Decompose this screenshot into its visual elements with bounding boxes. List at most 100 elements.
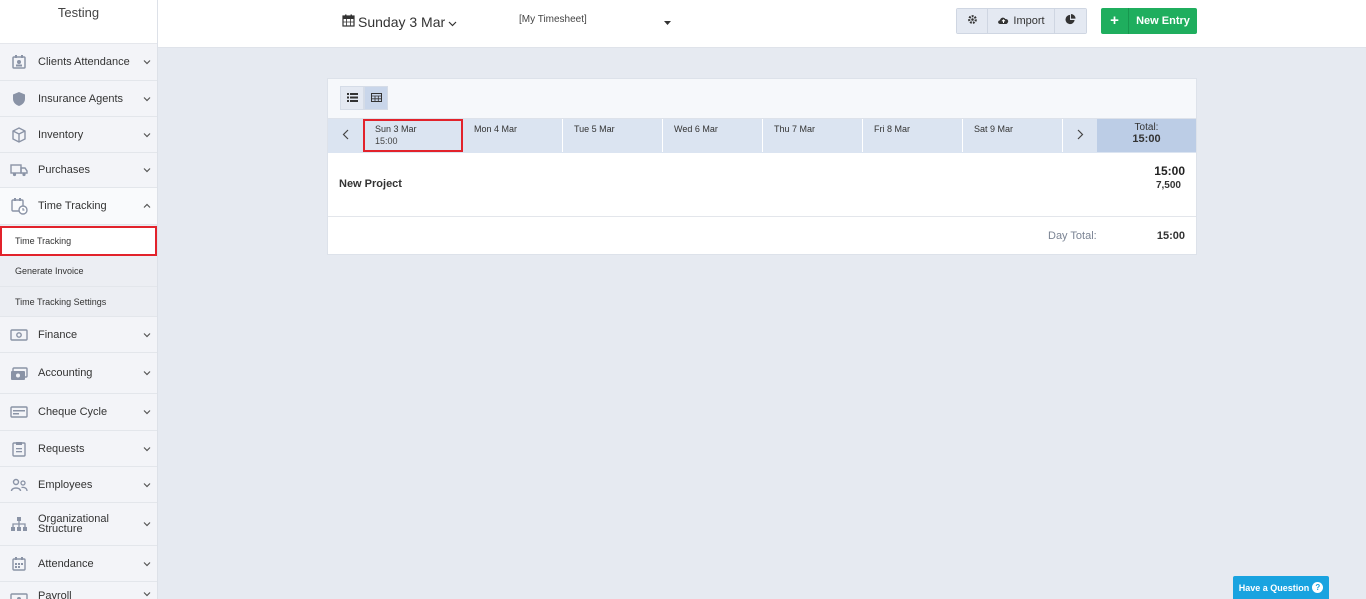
chevron-down-icon: [137, 96, 157, 102]
gear-icon: [967, 14, 978, 28]
day-label: Mon 4 Mar: [474, 124, 518, 134]
calendar-user-icon: [0, 54, 38, 70]
sitemap-icon: [0, 516, 38, 532]
day-label: Thu 7 Mar: [774, 124, 816, 134]
chevron-down-icon: [137, 370, 157, 376]
sidebar-item-employees[interactable]: Employees: [0, 467, 157, 503]
top-bar: Sunday 3 Mar [My Timesheet] Import + New…: [158, 0, 1366, 48]
sidebar-item-finance[interactable]: Finance: [0, 317, 157, 353]
import-label: Import: [1013, 15, 1045, 27]
sidebar-item-label: Attendance: [38, 557, 94, 570]
grid-view-button[interactable]: [364, 86, 388, 110]
chevron-down-icon: [137, 132, 157, 138]
current-date: Sunday 3 Mar: [358, 14, 446, 30]
project-name: New Project: [339, 178, 402, 190]
calendar-clock-icon: [0, 197, 38, 215]
sub-item-time-tracking[interactable]: Time Tracking: [0, 226, 157, 256]
sidebar-item-purchases[interactable]: Purchases: [0, 153, 157, 188]
day-cell-sat[interactable]: Sat 9 Mar: [963, 119, 1063, 152]
table-icon: [370, 89, 382, 107]
timesheet-select-value: [My Timesheet]: [519, 14, 587, 25]
day-total-value: 15:00: [1156, 230, 1185, 242]
sidebar-item-time-tracking[interactable]: Time Tracking: [0, 188, 157, 225]
day-label: Sun 3 Mar: [375, 124, 417, 134]
chevron-down-icon: [137, 332, 157, 338]
sidebar-item-insurance-agents[interactable]: Insurance Agents: [0, 81, 157, 117]
day-label: Tue 5 Mar: [574, 124, 615, 134]
sidebar-item-label: Accounting: [38, 367, 93, 379]
chevron-left-icon: [342, 127, 349, 145]
week-row: Sun 3 Mar 15:00 Mon 4 Mar Tue 5 Mar Wed …: [328, 119, 1196, 153]
project-row[interactable]: New Project 15:00 7,500: [328, 153, 1196, 217]
cloud-upload-icon: [997, 15, 1010, 28]
week-total: Total: 15:00: [1097, 119, 1196, 152]
pie-chart-icon: [1065, 14, 1076, 28]
chevron-down-icon: [137, 446, 157, 452]
chevron-down-icon: [137, 591, 157, 597]
chevron-down-icon: [137, 482, 157, 488]
chevron-down-icon: [137, 409, 157, 415]
sidebar-item-label: Purchases: [38, 164, 90, 176]
sidebar-item-label: Inventory: [38, 128, 84, 141]
clipboard-icon: [0, 441, 38, 457]
day-cell-fri[interactable]: Fri 8 Mar: [863, 119, 963, 152]
sidebar-item-payroll[interactable]: Payroll: [0, 582, 157, 599]
day-label: Fri 8 Mar: [874, 124, 910, 134]
help-label: Have a Question: [1238, 582, 1310, 593]
sidebar-item-label: Clients Attendance: [38, 56, 130, 68]
day-cell-mon[interactable]: Mon 4 Mar: [463, 119, 563, 152]
sub-item-time-tracking-settings[interactable]: Time Tracking Settings: [0, 287, 157, 317]
day-cell-tue[interactable]: Tue 5 Mar: [563, 119, 663, 152]
sidebar-item-cheque-cycle[interactable]: Cheque Cycle: [0, 394, 157, 431]
import-button[interactable]: Import: [988, 9, 1055, 33]
chevron-down-icon: [137, 167, 157, 173]
sidebar-item-requests[interactable]: Requests: [0, 431, 157, 467]
sidebar-item-inventory[interactable]: Inventory: [0, 117, 157, 153]
new-entry-label: New Entry: [1136, 15, 1190, 27]
list-icon: [346, 89, 358, 107]
payroll-icon: [0, 591, 38, 599]
truck-icon: [0, 163, 38, 177]
calendar-icon: [0, 556, 38, 572]
sidebar-item-accounting[interactable]: Accounting: [0, 353, 157, 394]
sidebar-item-label: Payroll: [38, 590, 72, 599]
sub-item-generate-invoice[interactable]: Generate Invoice: [0, 256, 157, 287]
sidebar-item-label: Insurance Agents: [38, 92, 124, 105]
day-cell-sun[interactable]: Sun 3 Mar 15:00: [363, 119, 463, 152]
day-hours: 15:00: [375, 136, 398, 146]
day-cell-thu[interactable]: Thu 7 Mar: [763, 119, 863, 152]
sidebar-item-clients-attendance[interactable]: Clients Attendance: [0, 44, 157, 81]
next-week-button[interactable]: [1063, 119, 1097, 152]
project-amount: 7,500: [1155, 180, 1181, 191]
chevron-down-icon: [137, 561, 157, 567]
list-view-button[interactable]: [340, 86, 364, 110]
new-entry-button[interactable]: + New Entry: [1101, 8, 1197, 34]
money-icon: [0, 328, 38, 342]
toolbar-group: Import: [956, 8, 1087, 34]
plus-icon: +: [1101, 8, 1129, 34]
settings-button[interactable]: [957, 9, 988, 33]
day-label: Wed 6 Mar: [674, 124, 718, 134]
date-picker[interactable]: Sunday 3 Mar: [342, 14, 457, 30]
previous-week-button[interactable]: [328, 119, 362, 152]
question-icon: ?: [1312, 582, 1324, 593]
sidebar-item-attendance[interactable]: Attendance: [0, 546, 157, 582]
card-header: [328, 79, 1196, 119]
project-hours: 15:00: [1154, 164, 1185, 178]
have-a-question-button[interactable]: Have a Question ?: [1233, 576, 1329, 599]
chevron-down-icon: [137, 59, 157, 65]
brand-title: Testing: [0, 0, 157, 44]
chevron-down-icon: [448, 14, 457, 30]
chevron-down-icon: [137, 521, 157, 527]
timesheet-select[interactable]: [My Timesheet]: [519, 14, 671, 28]
report-button[interactable]: [1055, 9, 1086, 33]
calendar-icon: [342, 14, 355, 30]
caret-down-icon: [664, 17, 671, 28]
day-cell-wed[interactable]: Wed 6 Mar: [663, 119, 763, 152]
sidebar-item-organizational-structure[interactable]: Organizational Structure: [0, 503, 157, 546]
cheque-icon: [0, 405, 38, 419]
shield-icon: [0, 91, 38, 107]
week-total-value: 15:00: [1132, 133, 1161, 145]
sidebar-item-label: Organizational Structure: [38, 513, 109, 535]
sidebar-item-label: Finance: [38, 328, 78, 341]
